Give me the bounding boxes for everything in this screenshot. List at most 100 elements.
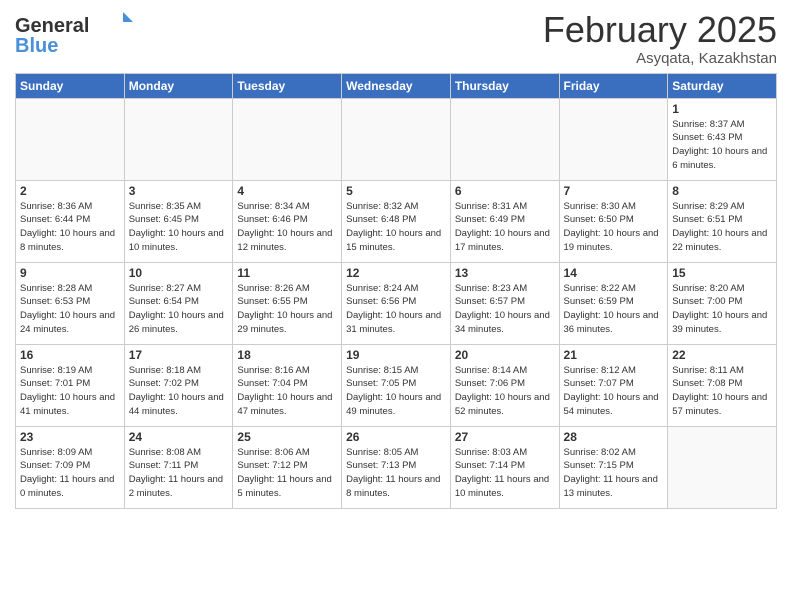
calendar-cell: 17Sunrise: 8:18 AM Sunset: 7:02 PM Dayli…: [124, 344, 233, 426]
calendar-cell: 7Sunrise: 8:30 AM Sunset: 6:50 PM Daylig…: [559, 180, 668, 262]
day-info: Sunrise: 8:34 AM Sunset: 6:46 PM Dayligh…: [237, 200, 337, 255]
day-number: 7: [564, 184, 664, 198]
day-number: 24: [129, 430, 229, 444]
calendar-cell: [16, 98, 125, 180]
calendar-cell: [233, 98, 342, 180]
day-info: Sunrise: 8:12 AM Sunset: 7:07 PM Dayligh…: [564, 364, 664, 419]
calendar-cell: 14Sunrise: 8:22 AM Sunset: 6:59 PM Dayli…: [559, 262, 668, 344]
calendar-cell: 23 Sunrise: 8:09 AM Sunset: 7:09 PM Dayli…: [16, 426, 125, 508]
svg-text:General: General: [15, 15, 89, 37]
calendar-cell: 27 Sunrise: 8:03 AM Sunset: 7:14 PM Dayli…: [450, 426, 559, 508]
calendar-cell: 25 Sunrise: 8:06 AM Sunset: 7:12 PM Dayli…: [233, 426, 342, 508]
calendar-cell: 16 Sunrise: 8:19 AM Sunset: 7:01 PM Dayli…: [16, 344, 125, 426]
calendar-header-row: Sunday Monday Tuesday Wednesday Thursday…: [16, 73, 777, 98]
day-info: Sunrise: 8:28 AM Sunset: 6:53 PM Dayligh…: [20, 282, 120, 337]
day-number: 18: [237, 348, 337, 362]
calendar-cell: 28Sunrise: 8:02 AM Sunset: 7:15 PM Dayli…: [559, 426, 668, 508]
day-number: 22: [672, 348, 772, 362]
day-number: 5: [346, 184, 446, 198]
day-info: Sunrise: 8:19 AM Sunset: 7:01 PM Dayligh…: [20, 364, 120, 419]
calendar-cell: 11 Sunrise: 8:26 AM Sunset: 6:55 PM Dayli…: [233, 262, 342, 344]
day-number: 20: [455, 348, 555, 362]
week-row-1: 1 Sunrise: 8:37 AM Sunset: 6:43 PM Daylig…: [16, 98, 777, 180]
header-friday: Friday: [559, 73, 668, 98]
day-number: 19: [346, 348, 446, 362]
day-number: 9: [20, 266, 120, 280]
day-number: 3: [129, 184, 229, 198]
day-info: Sunrise: 8:37 AM Sunset: 6:43 PM Dayligh…: [672, 118, 772, 173]
day-number: 10: [129, 266, 229, 280]
day-info: Sunrise: 8:11 AM Sunset: 7:08 PM Dayligh…: [672, 364, 772, 419]
week-row-2: 2Sunrise: 8:36 AM Sunset: 6:44 PM Daylig…: [16, 180, 777, 262]
calendar-cell: [342, 98, 451, 180]
week-row-5: 23 Sunrise: 8:09 AM Sunset: 7:09 PM Dayli…: [16, 426, 777, 508]
title-block: February 2025 Asyqata, Kazakhstan: [543, 10, 777, 67]
day-info: Sunrise: 8:27 AM Sunset: 6:54 PM Dayligh…: [129, 282, 229, 337]
calendar-cell: [668, 426, 777, 508]
month-title: February 2025: [543, 10, 777, 50]
calendar-cell: 26 Sunrise: 8:05 AM Sunset: 7:13 PM Dayli…: [342, 426, 451, 508]
week-row-4: 16 Sunrise: 8:19 AM Sunset: 7:01 PM Dayli…: [16, 344, 777, 426]
calendar-table: Sunday Monday Tuesday Wednesday Thursday…: [15, 73, 777, 509]
day-number: 6: [455, 184, 555, 198]
day-number: 11: [237, 266, 337, 280]
logo-block: General Blue: [15, 10, 135, 63]
calendar-cell: [559, 98, 668, 180]
day-info: Sunrise: 8:15 AM Sunset: 7:05 PM Dayligh…: [346, 364, 446, 419]
day-number: 1: [672, 102, 772, 116]
calendar-cell: 21 Sunrise: 8:12 AM Sunset: 7:07 PM Dayli…: [559, 344, 668, 426]
calendar-cell: 22 Sunrise: 8:11 AM Sunset: 7:08 PM Dayli…: [668, 344, 777, 426]
day-info: Sunrise: 8:09 AM Sunset: 7:09 PM Dayligh…: [20, 446, 120, 501]
header-thursday: Thursday: [450, 73, 559, 98]
day-number: 15: [672, 266, 772, 280]
week-row-3: 9 Sunrise: 8:28 AM Sunset: 6:53 PM Daylig…: [16, 262, 777, 344]
svg-text:Blue: Blue: [15, 35, 58, 57]
calendar-cell: [124, 98, 233, 180]
day-number: 25: [237, 430, 337, 444]
day-number: 26: [346, 430, 446, 444]
day-number: 21: [564, 348, 664, 362]
header-tuesday: Tuesday: [233, 73, 342, 98]
calendar-cell: 13Sunrise: 8:23 AM Sunset: 6:57 PM Dayli…: [450, 262, 559, 344]
day-info: Sunrise: 8:29 AM Sunset: 6:51 PM Dayligh…: [672, 200, 772, 255]
calendar-cell: 19 Sunrise: 8:15 AM Sunset: 7:05 PM Dayli…: [342, 344, 451, 426]
day-info: Sunrise: 8:05 AM Sunset: 7:13 PM Dayligh…: [346, 446, 446, 501]
day-info: Sunrise: 8:20 AM Sunset: 7:00 PM Dayligh…: [672, 282, 772, 337]
day-info: Sunrise: 8:24 AM Sunset: 6:56 PM Dayligh…: [346, 282, 446, 337]
day-number: 2: [20, 184, 120, 198]
page: General Blue February 2025 Asyqata, Kaza…: [0, 0, 792, 612]
calendar-cell: 12 Sunrise: 8:24 AM Sunset: 6:56 PM Dayli…: [342, 262, 451, 344]
calendar-cell: 10 Sunrise: 8:27 AM Sunset: 6:54 PM Dayli…: [124, 262, 233, 344]
day-info: Sunrise: 8:14 AM Sunset: 7:06 PM Dayligh…: [455, 364, 555, 419]
header: General Blue February 2025 Asyqata, Kaza…: [15, 10, 777, 67]
day-info: Sunrise: 8:31 AM Sunset: 6:49 PM Dayligh…: [455, 200, 555, 255]
calendar-cell: 1 Sunrise: 8:37 AM Sunset: 6:43 PM Daylig…: [668, 98, 777, 180]
calendar-cell: 9 Sunrise: 8:28 AM Sunset: 6:53 PM Daylig…: [16, 262, 125, 344]
calendar-cell: 20 Sunrise: 8:14 AM Sunset: 7:06 PM Dayli…: [450, 344, 559, 426]
day-info: Sunrise: 8:35 AM Sunset: 6:45 PM Dayligh…: [129, 200, 229, 255]
calendar-cell: [450, 98, 559, 180]
calendar-cell: 15 Sunrise: 8:20 AM Sunset: 7:00 PM Dayli…: [668, 262, 777, 344]
calendar-cell: 18 Sunrise: 8:16 AM Sunset: 7:04 PM Dayli…: [233, 344, 342, 426]
calendar-cell: 3 Sunrise: 8:35 AM Sunset: 6:45 PM Daylig…: [124, 180, 233, 262]
day-number: 8: [672, 184, 772, 198]
day-info: Sunrise: 8:18 AM Sunset: 7:02 PM Dayligh…: [129, 364, 229, 419]
day-info: Sunrise: 8:16 AM Sunset: 7:04 PM Dayligh…: [237, 364, 337, 419]
day-info: Sunrise: 8:22 AM Sunset: 6:59 PM Dayligh…: [564, 282, 664, 337]
day-info: Sunrise: 8:03 AM Sunset: 7:14 PM Dayligh…: [455, 446, 555, 501]
calendar-cell: 4 Sunrise: 8:34 AM Sunset: 6:46 PM Daylig…: [233, 180, 342, 262]
day-number: 16: [20, 348, 120, 362]
calendar-cell: 8 Sunrise: 8:29 AM Sunset: 6:51 PM Daylig…: [668, 180, 777, 262]
calendar-cell: 5 Sunrise: 8:32 AM Sunset: 6:48 PM Daylig…: [342, 180, 451, 262]
header-saturday: Saturday: [668, 73, 777, 98]
day-number: 23: [20, 430, 120, 444]
day-info: Sunrise: 8:06 AM Sunset: 7:12 PM Dayligh…: [237, 446, 337, 501]
calendar-cell: 24Sunrise: 8:08 AM Sunset: 7:11 PM Dayli…: [124, 426, 233, 508]
day-info: Sunrise: 8:32 AM Sunset: 6:48 PM Dayligh…: [346, 200, 446, 255]
day-number: 27: [455, 430, 555, 444]
day-number: 4: [237, 184, 337, 198]
logo: General Blue: [15, 10, 135, 63]
day-number: 12: [346, 266, 446, 280]
day-info: Sunrise: 8:23 AM Sunset: 6:57 PM Dayligh…: [455, 282, 555, 337]
day-info: Sunrise: 8:26 AM Sunset: 6:55 PM Dayligh…: [237, 282, 337, 337]
